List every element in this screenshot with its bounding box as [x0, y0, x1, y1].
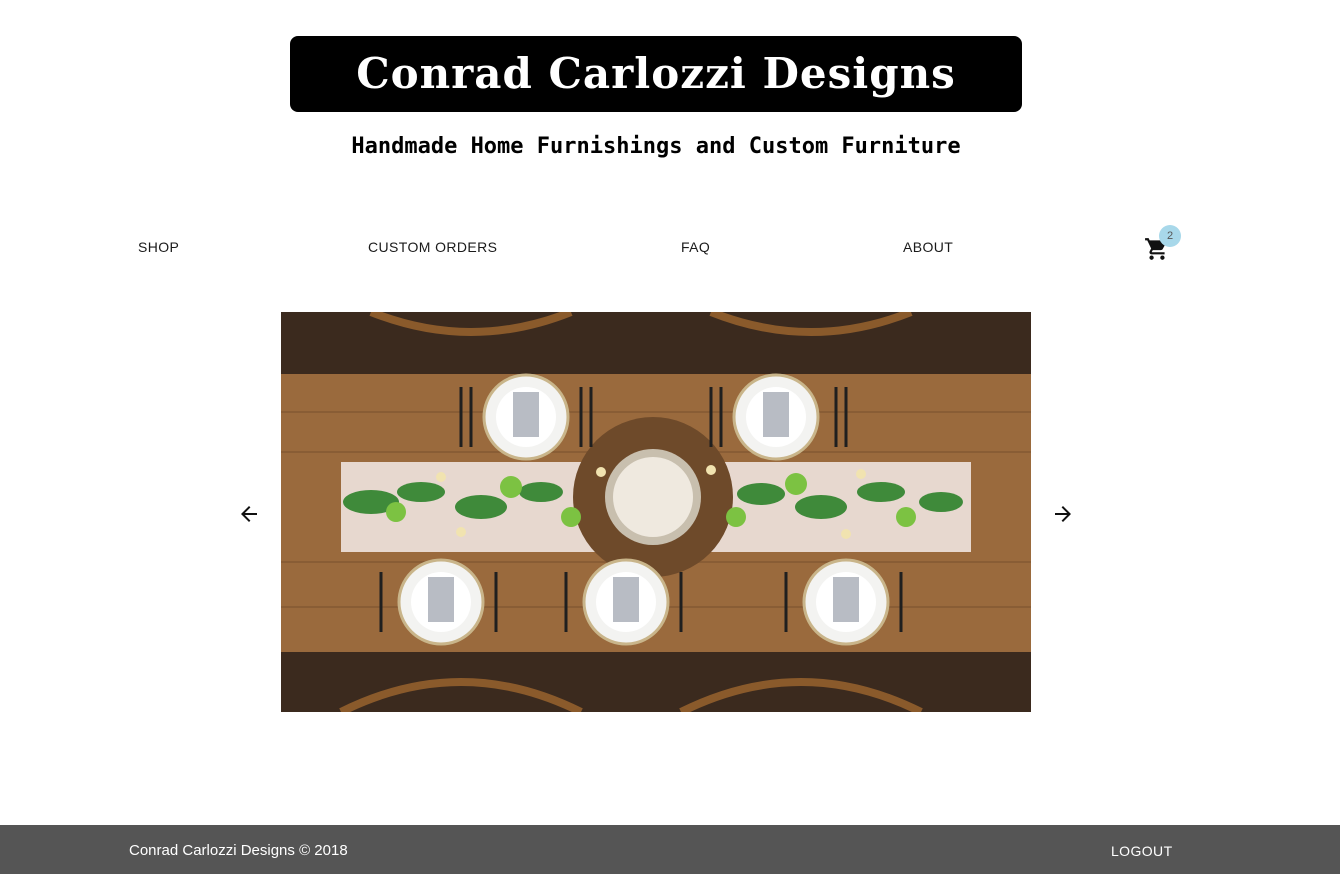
arrow-left-icon[interactable] [237, 502, 261, 526]
arrow-right-icon[interactable] [1051, 502, 1075, 526]
footer-copyright: Conrad Carlozzi Designs © 2018 [129, 842, 348, 859]
logout-link[interactable]: LOGOUT [1111, 843, 1173, 859]
nav-item-shop[interactable]: SHOP [138, 239, 179, 255]
cart-count-badge: 2 [1159, 225, 1181, 247]
nav-item-faq[interactable]: FAQ [681, 239, 710, 255]
site-title: Conrad Carlozzi Designs [356, 49, 956, 98]
dining-table-photo [281, 312, 1031, 712]
carousel-image [281, 312, 1031, 712]
footer: Conrad Carlozzi Designs © 2018 LOGOUT [0, 825, 1340, 874]
nav-item-custom-orders[interactable]: CUSTOM ORDERS [368, 239, 497, 255]
site-tagline: Handmade Home Furnishings and Custom Fur… [351, 134, 961, 159]
nav-item-about[interactable]: ABOUT [903, 239, 953, 255]
brand-banner: Conrad Carlozzi Designs [290, 36, 1022, 112]
